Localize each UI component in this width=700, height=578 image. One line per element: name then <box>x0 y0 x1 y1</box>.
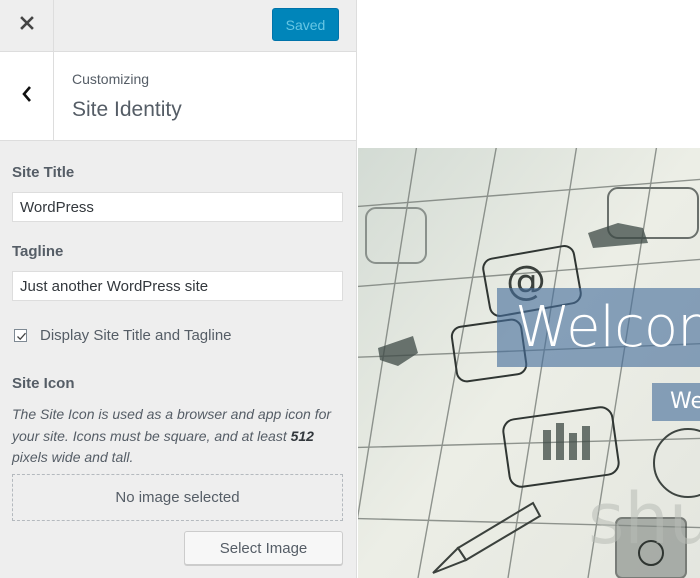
select-image-button[interactable]: Select Image <box>184 531 343 565</box>
description-size: 512 <box>290 427 314 444</box>
customizer-sidebar: Saved Customizing Site Identity Site Tit… <box>0 0 357 578</box>
tagline-label: Tagline <box>12 243 64 260</box>
watermark-text: shu <box>588 478 700 560</box>
site-icon-label: Site Icon <box>12 375 75 392</box>
customizer-topbar: Saved <box>0 0 356 52</box>
hero-image: @ shu Welcome Welcome <box>358 148 700 578</box>
display-title-tagline-checkbox[interactable] <box>14 329 27 342</box>
breadcrumb-customizing: Customizing <box>72 71 150 87</box>
description-text-end: pixels wide and tall. <box>12 449 134 465</box>
section-title: Site Identity <box>72 98 182 121</box>
chevron-left-icon <box>21 85 33 108</box>
tagline-input[interactable] <box>12 271 343 301</box>
site-preview: @ shu Welcome Welcome <box>357 0 700 578</box>
site-icon-description: The Site Icon is used as a browser and a… <box>12 404 347 469</box>
close-customizer-button[interactable] <box>0 0 54 51</box>
checkmark-icon <box>17 332 26 341</box>
close-icon <box>19 16 34 35</box>
save-button[interactable]: Saved <box>272 8 339 41</box>
display-title-tagline-label: Display Site Title and Tagline <box>40 327 232 344</box>
site-icon-placeholder: No image selected <box>12 474 343 521</box>
display-title-tagline-option[interactable]: Display Site Title and Tagline <box>14 327 232 344</box>
back-button[interactable] <box>0 52 54 140</box>
section-header: Customizing Site Identity <box>0 52 356 141</box>
site-title-label: Site Title <box>12 164 75 181</box>
hero-subtitle: Welcome <box>652 383 700 421</box>
description-text: The Site Icon is used as a browser and a… <box>12 406 332 444</box>
site-title-input[interactable] <box>12 192 343 222</box>
hero-title: Welcome <box>497 288 700 367</box>
